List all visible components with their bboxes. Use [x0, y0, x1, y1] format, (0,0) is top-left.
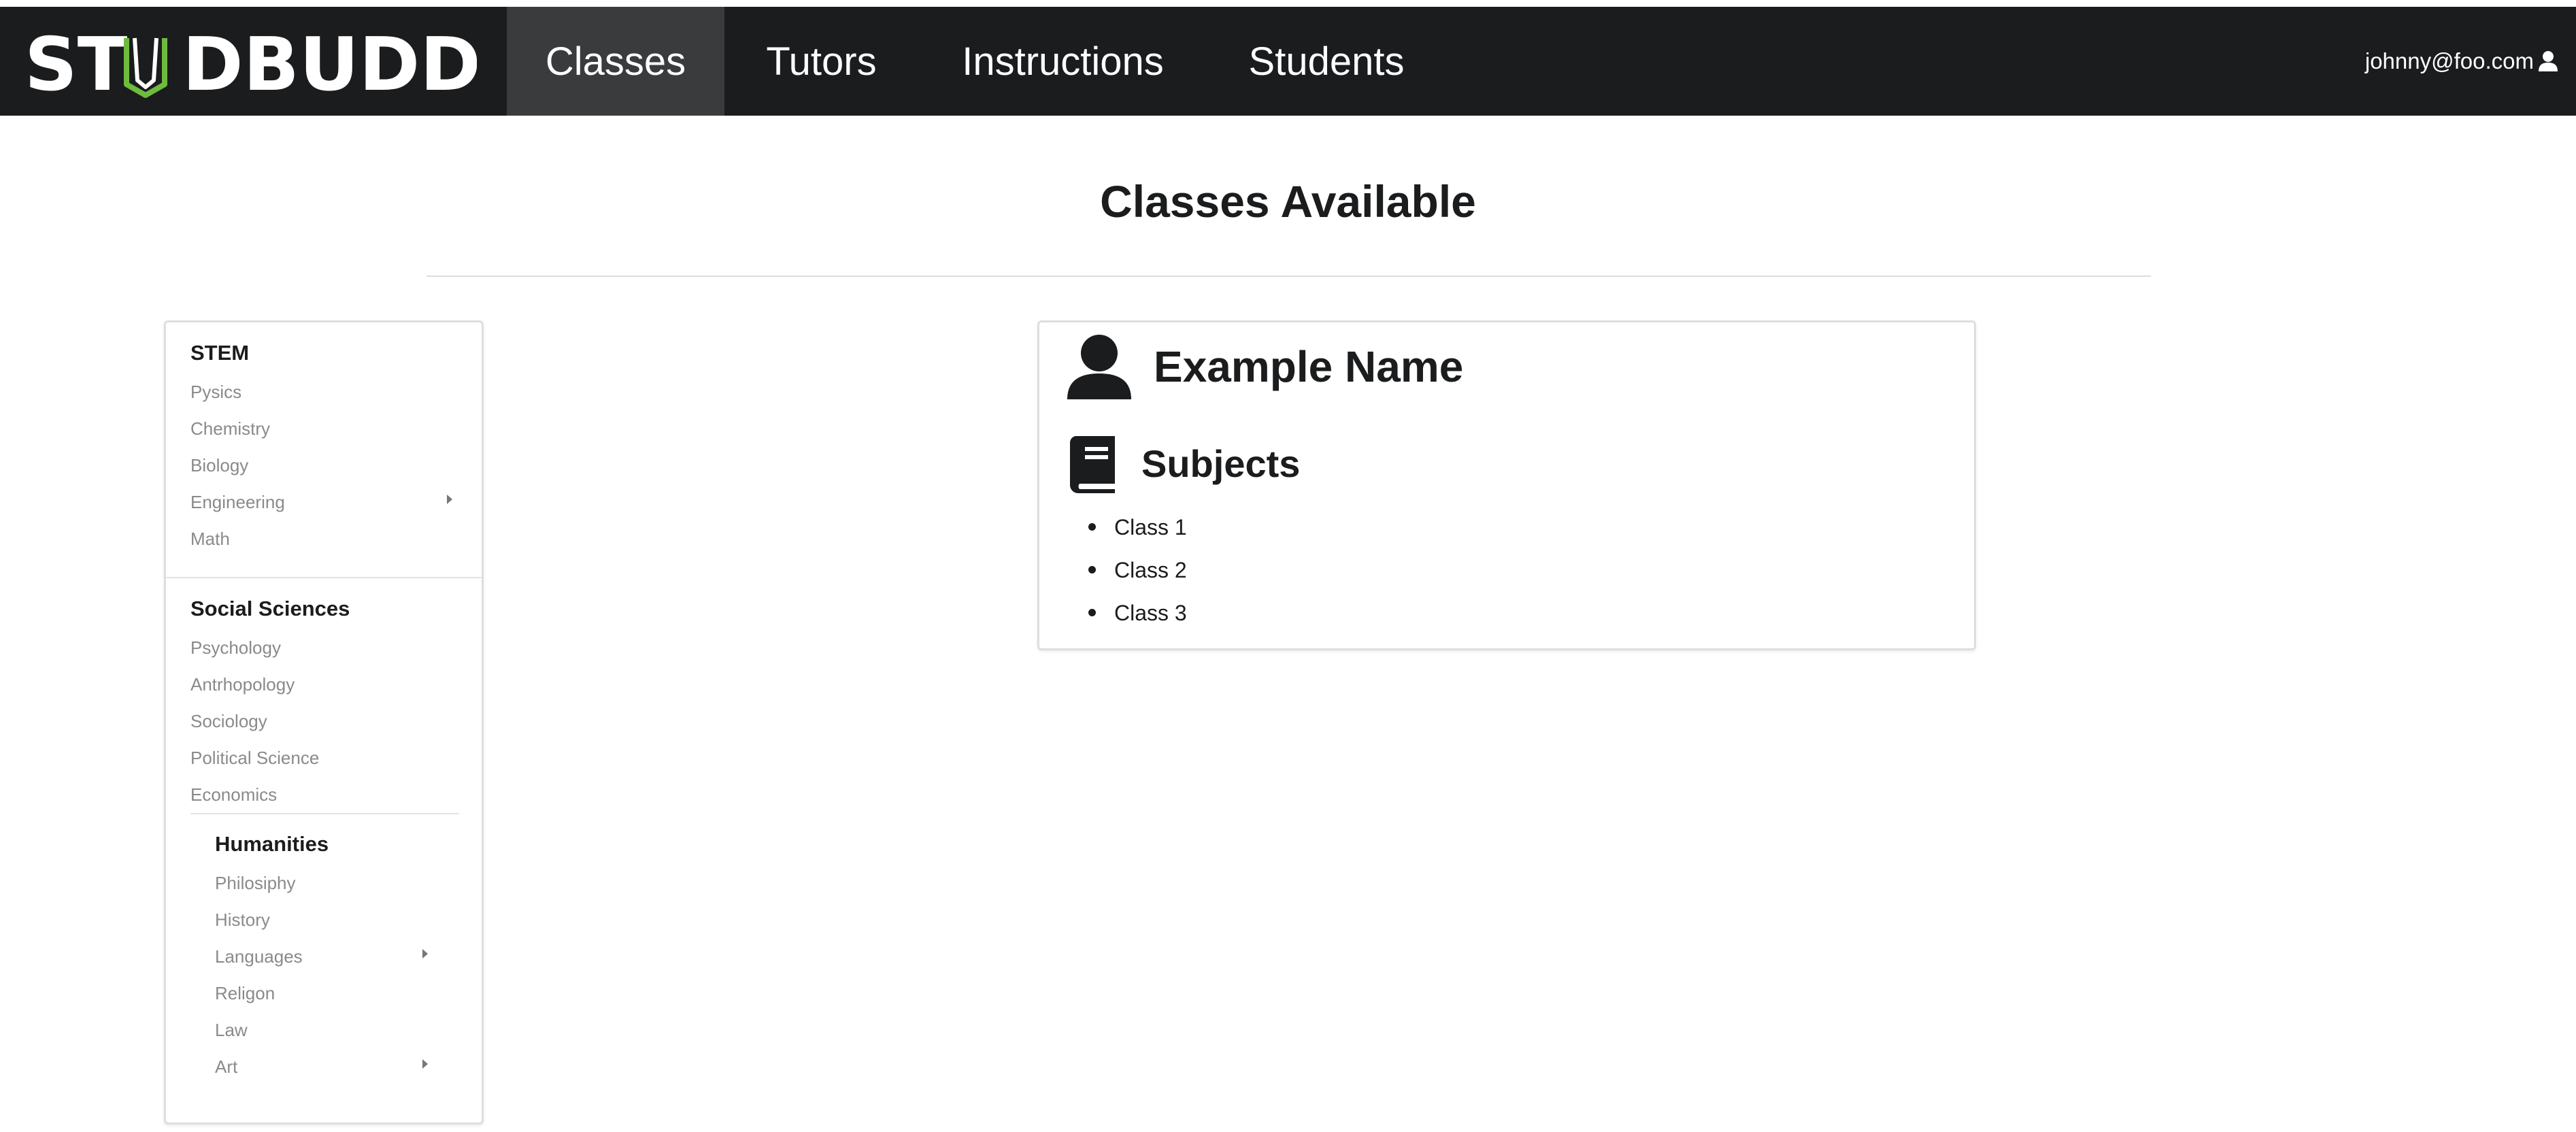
page-title: Classes Available [1100, 176, 1476, 227]
menu-item-physics[interactable]: Pysics [190, 382, 241, 403]
bullet-icon [1088, 566, 1096, 574]
menu-item-anthropology[interactable]: Antrhopology [190, 674, 295, 695]
logo-text-dbudd: DBUDD [182, 24, 477, 99]
subjects-heading: Subjects [1141, 442, 1301, 485]
user-icon [1067, 335, 1131, 399]
menu-header-stem: STEM [190, 341, 250, 365]
user-email: johnny@foo.com [2364, 48, 2534, 73]
user-menu[interactable]: johnny@foo.com [2365, 7, 2558, 116]
menu-header-humanities: Humanities [215, 832, 329, 856]
class-list-item: Class 1 [1088, 515, 1187, 540]
nav-classes[interactable]: Classes [507, 7, 724, 116]
book-icon [1069, 436, 1115, 493]
bullet-icon [1088, 609, 1096, 617]
menu-item-art[interactable]: Art [215, 1056, 237, 1078]
menu-item-languages[interactable]: Languages [215, 946, 303, 967]
menu-item-economics[interactable]: Economics [190, 784, 277, 805]
title-divider [426, 276, 2151, 277]
languages-submenu-caret-icon[interactable] [422, 949, 428, 959]
menu-item-philosophy[interactable]: Philosiphy [215, 873, 296, 894]
menu-item-psychology[interactable]: Psychology [190, 637, 281, 659]
menu-item-math[interactable]: Math [190, 529, 230, 550]
art-submenu-caret-icon[interactable] [422, 1059, 428, 1069]
subject-sidebar-menu: STEM Pysics Chemistry Biology Engineerin… [164, 320, 484, 1125]
menu-item-biology[interactable]: Biology [190, 455, 248, 476]
nav-instructions[interactable]: Instructions [949, 7, 1177, 116]
engineering-submenu-caret-icon[interactable] [447, 495, 452, 504]
menu-item-history[interactable]: History [215, 910, 270, 931]
menu-divider [190, 813, 459, 814]
nav-students[interactable]: Students [1238, 7, 1415, 116]
menu-header-social-sciences: Social Sciences [190, 597, 350, 620]
logo-text-st: ST [24, 24, 128, 99]
top-navbar: ST DBUDD Classes Tutors Instructions Stu… [0, 7, 2576, 116]
user-icon [2539, 51, 2558, 71]
tutor-name: Example Name [1154, 342, 1464, 391]
class-list-item: Class 3 [1088, 601, 1187, 626]
menu-item-political-science[interactable]: Political Science [190, 748, 319, 769]
menu-divider [166, 577, 482, 578]
class-list-item: Class 2 [1088, 558, 1187, 583]
menu-item-religion[interactable]: Religon [215, 983, 275, 1004]
nav-tutors[interactable]: Tutors [748, 7, 894, 116]
menu-item-sociology[interactable]: Sociology [190, 711, 267, 732]
class-label: Class 2 [1114, 558, 1187, 582]
class-label: Class 3 [1114, 601, 1187, 625]
menu-item-chemistry[interactable]: Chemistry [190, 418, 270, 439]
bullet-icon [1088, 523, 1096, 531]
menu-item-engineering[interactable]: Engineering [190, 492, 285, 513]
class-label: Class 1 [1114, 515, 1187, 539]
studbudd-logo[interactable]: ST DBUDD [24, 24, 477, 99]
menu-item-law[interactable]: Law [215, 1020, 248, 1041]
tutor-card: Example Name Subjects Class 1 Class 2 Cl… [1037, 320, 1976, 650]
